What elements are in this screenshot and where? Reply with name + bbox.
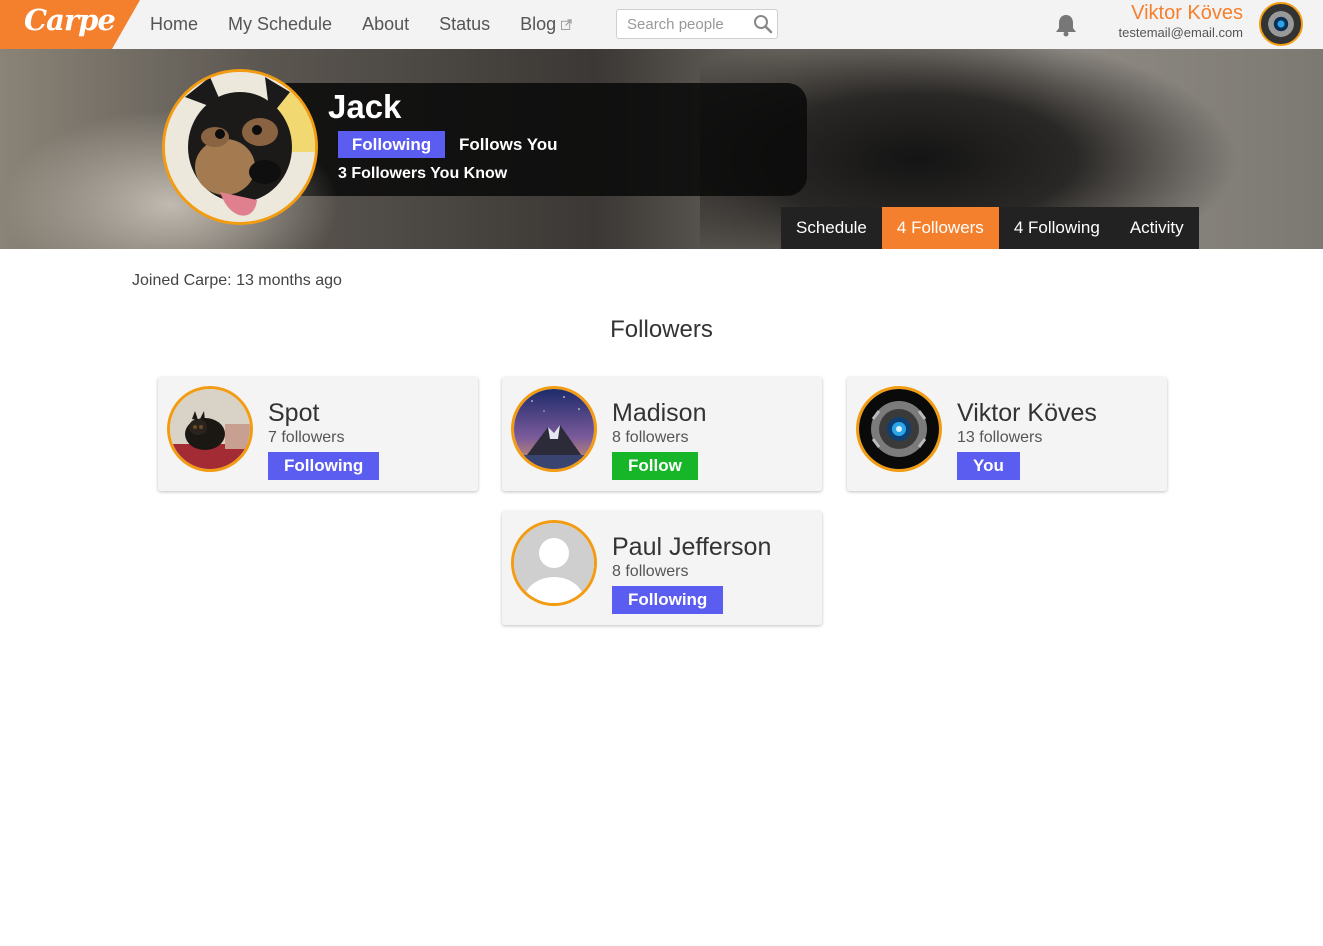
tab-schedule[interactable]: Schedule (781, 207, 882, 249)
main-nav: Home My Schedule About Status Blog (150, 0, 602, 49)
follower-name[interactable]: Madison (612, 399, 707, 428)
follower-avatar (167, 386, 253, 472)
nav-blog-label: Blog (520, 14, 557, 34)
you-badge[interactable]: You (957, 452, 1020, 480)
dog-photo (165, 72, 315, 222)
follower-card[interactable]: Viktor Köves 13 followers You (847, 377, 1167, 491)
profile-tabs: Schedule 4 Followers 4 Following Activit… (781, 207, 1199, 249)
follower-name[interactable]: Spot (268, 399, 319, 428)
follower-count: 7 followers (268, 429, 345, 446)
nav-blog[interactable]: Blog (520, 14, 572, 35)
tab-following[interactable]: 4 Following (998, 207, 1115, 249)
following-button[interactable]: Following (612, 586, 724, 614)
search-input[interactable] (617, 10, 747, 38)
follower-count: 13 followers (957, 429, 1043, 446)
dog-photo (170, 389, 250, 469)
follower-count: 8 followers (612, 429, 689, 446)
follow-button[interactable]: Follow (612, 452, 698, 480)
follower-name[interactable]: Paul Jefferson (612, 533, 771, 562)
joined-date: Joined Carpe: 13 months ago (132, 272, 342, 289)
logo-text: Carpe (24, 3, 116, 37)
following-button[interactable]: Following (268, 452, 380, 480)
nav-home[interactable]: Home (150, 14, 198, 35)
nav-about[interactable]: About (362, 14, 409, 35)
tab-activity[interactable]: Activity (1114, 207, 1199, 249)
mutual-followers-link[interactable]: 3 Followers You Know (338, 165, 507, 183)
profile-name: Jack (328, 88, 402, 125)
mountain-photo (514, 389, 594, 469)
follower-card[interactable]: Madison 8 followers Follow (502, 377, 822, 491)
bell-icon[interactable] (1053, 12, 1079, 38)
follower-card[interactable]: Paul Jefferson 8 followers Following (502, 511, 822, 625)
top-navbar: Carpe Home My Schedule About Status Blog… (0, 0, 1323, 49)
tab-followers[interactable]: 4 Followers (881, 207, 999, 249)
nav-status[interactable]: Status (439, 14, 490, 35)
follower-avatar (511, 386, 597, 472)
search-icon[interactable] (753, 14, 773, 34)
current-user-email: testemail@email.com (1118, 25, 1243, 40)
follower-avatar (511, 520, 597, 606)
search-box (616, 9, 778, 39)
follower-count: 8 followers (612, 563, 689, 580)
nav-my-schedule[interactable]: My Schedule (228, 14, 332, 35)
following-button[interactable]: Following (338, 131, 445, 158)
follows-you-label: Follows You (459, 135, 558, 154)
section-title: Followers (610, 316, 713, 343)
follower-avatar (856, 386, 942, 472)
external-link-icon (561, 19, 572, 30)
follower-card[interactable]: Spot 7 followers Following (158, 377, 478, 491)
follower-name[interactable]: Viktor Köves (957, 399, 1097, 428)
carpe-logo[interactable]: Carpe (0, 0, 140, 49)
profile-avatar (162, 69, 318, 225)
default-user-icon (514, 523, 594, 603)
current-user-avatar[interactable] (1259, 2, 1303, 46)
current-user-name[interactable]: Viktor Köves (1131, 2, 1243, 25)
profile-banner: Jack Following Follows You 3 Followers Y… (0, 49, 1323, 249)
robot-photo (859, 389, 939, 469)
